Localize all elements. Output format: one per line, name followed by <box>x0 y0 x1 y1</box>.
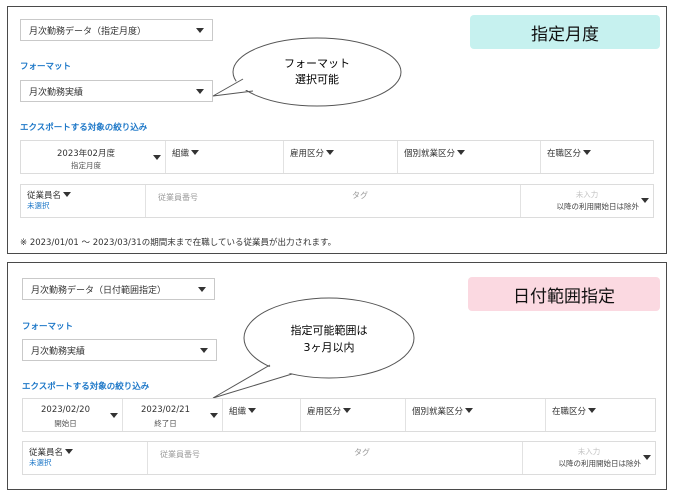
employee-number-input[interactable]: 従業員番号 <box>148 442 348 474</box>
callout-line-1: 指定可能範囲は <box>291 323 368 337</box>
filter-section-label: エクスポートする対象の絞り込み <box>20 123 148 133</box>
start-date-sub-label: 開始日 <box>54 419 77 428</box>
callout-line-2: 3ヶ月以内 <box>304 340 355 354</box>
monthly-export-panel: 月次勤務データ（指定月度） 指定月度 フォーマット 月次勤務実績 フォーマット … <box>7 6 667 254</box>
usage-start-date-placeholder: 未入力 <box>577 447 601 456</box>
filter-employment-type[interactable]: 雇用区分 <box>301 399 406 431</box>
filter-employment-status-label: 在職区分 <box>547 149 582 159</box>
filter-section-label: エクスポートする対象の絞り込み <box>22 382 150 392</box>
employee-name-select[interactable]: 従業員名 未選択 <box>21 185 146 217</box>
callout-line-2: 選択可能 <box>295 72 339 86</box>
caret-down-icon <box>465 408 474 413</box>
filter-organization[interactable]: 組織 <box>223 399 301 431</box>
tag-placeholder: タグ <box>354 448 370 457</box>
caret-down-icon <box>248 408 257 413</box>
date-range-export-panel: 月次勤務データ（日付範囲指定） 日付範囲指定 フォーマット 月次勤務実績 指定可… <box>7 262 667 490</box>
employee-name-status: 未選択 <box>29 458 52 467</box>
end-date-value: 2023/02/21 <box>141 405 190 415</box>
caret-down-icon <box>457 150 466 155</box>
month-select[interactable]: 2023年02月度 指定月度 <box>21 141 166 173</box>
tag-input[interactable]: タグ <box>346 185 521 217</box>
usage-start-date-note: 以降の利用開始日は除外 <box>558 459 642 468</box>
tag-placeholder: タグ <box>352 191 368 200</box>
employee-row: 従業員名 未選択 従業員番号 タグ 未入力 以降の利用開始日は除外 <box>20 184 654 218</box>
caret-down-icon <box>588 408 597 413</box>
filter-employment-type-label: 雇用区分 <box>290 149 325 159</box>
filter-work-category-label: 個別就業区分 <box>404 149 456 159</box>
filter-employment-status[interactable]: 在職区分 <box>541 141 653 173</box>
filter-row: 2023/02/20 開始日 2023/02/21 終了日 組織 雇用区分 個別… <box>22 398 656 432</box>
filter-employment-type-label: 雇用区分 <box>307 407 342 417</box>
usage-start-date-field[interactable]: 未入力 以降の利用開始日は除外 <box>521 185 653 217</box>
chevron-down-icon <box>153 155 161 160</box>
filter-employment-status[interactable]: 在職区分 <box>546 399 655 431</box>
tag-input[interactable]: タグ <box>348 442 523 474</box>
callout-bubble: フォーマット 選択可能 <box>212 37 402 107</box>
employee-number-input[interactable]: 従業員番号 <box>146 185 346 217</box>
filter-employment-type[interactable]: 雇用区分 <box>284 141 398 173</box>
start-date-select[interactable]: 2023/02/20 開始日 <box>23 399 123 431</box>
filter-work-category[interactable]: 個別就業区分 <box>398 141 541 173</box>
chevron-down-icon <box>210 413 218 418</box>
filter-employment-status-label: 在職区分 <box>552 407 587 417</box>
employee-number-placeholder: 従業員番号 <box>160 450 200 459</box>
chevron-down-icon <box>641 198 649 203</box>
usage-start-date-placeholder: 未入力 <box>575 190 599 199</box>
caret-down-icon <box>583 150 592 155</box>
start-date-value: 2023/02/20 <box>41 405 90 415</box>
chevron-down-icon <box>110 413 118 418</box>
chevron-down-icon <box>643 455 651 460</box>
employee-name-select[interactable]: 従業員名 未選択 <box>23 442 148 474</box>
caret-down-icon <box>63 192 72 197</box>
filter-organization[interactable]: 組織 <box>166 141 284 173</box>
employee-row: 従業員名 未選択 従業員番号 タグ 未入力 以降の利用開始日は除外 <box>22 441 656 475</box>
filter-organization-label: 組織 <box>229 407 247 417</box>
caret-down-icon <box>326 150 335 155</box>
employee-number-placeholder: 従業員番号 <box>158 193 198 202</box>
caret-down-icon <box>343 408 352 413</box>
employee-name-status: 未選択 <box>27 201 50 210</box>
caret-down-icon <box>191 150 200 155</box>
usage-start-date-note: 以降の利用開始日は除外 <box>556 202 640 211</box>
month-value: 2023年02月度 <box>57 149 115 159</box>
end-date-sub-label: 終了日 <box>154 419 177 428</box>
period-note: ※ 2023/01/01 ～ 2023/03/31の期間末まで在職している従業員… <box>20 238 337 248</box>
filter-row: 2023年02月度 指定月度 組織 雇用区分 個別就業区分 在職区分 <box>20 140 654 174</box>
filter-organization-label: 組織 <box>172 149 190 159</box>
filter-work-category[interactable]: 個別就業区分 <box>406 399 546 431</box>
filter-work-category-label: 個別就業区分 <box>412 407 464 417</box>
end-date-select[interactable]: 2023/02/21 終了日 <box>123 399 223 431</box>
usage-start-date-field[interactable]: 未入力 以降の利用開始日は除外 <box>523 442 655 474</box>
callout-line-1: フォーマット <box>284 57 350 70</box>
caret-down-icon <box>65 449 74 454</box>
month-sub-label: 指定月度 <box>71 161 101 170</box>
